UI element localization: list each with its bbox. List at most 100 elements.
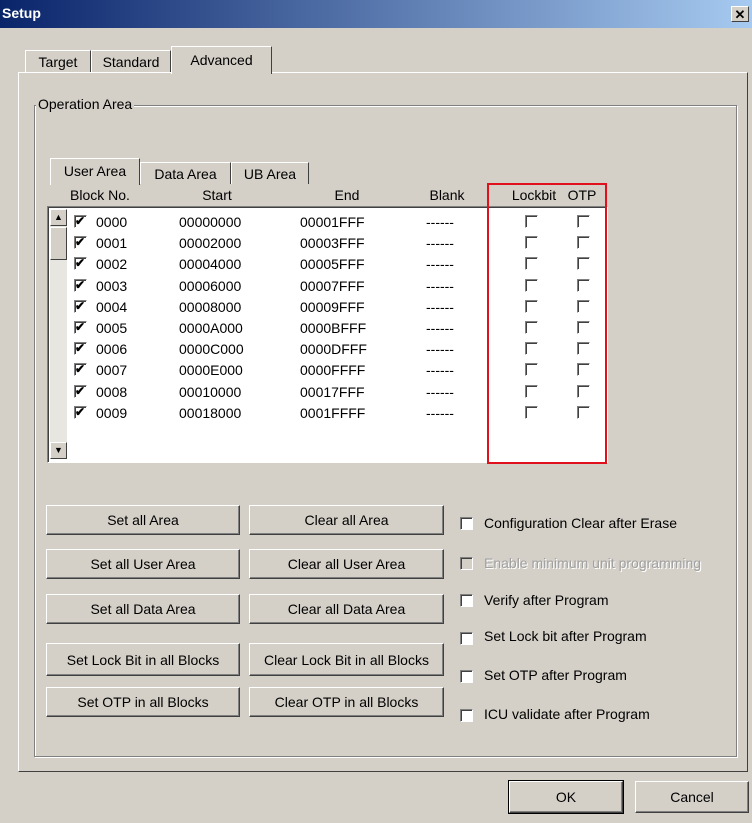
tab-data-area[interactable]: Data Area xyxy=(140,162,231,184)
set-otp-checkbox[interactable] xyxy=(460,670,473,683)
cancel-button[interactable]: Cancel xyxy=(635,781,749,813)
block-blank: ------ xyxy=(426,277,454,294)
block-end: 00017FFF xyxy=(300,383,365,400)
block-start: 00018000 xyxy=(179,404,242,421)
block-number: 0000 xyxy=(96,214,128,230)
close-button[interactable]: ✕ xyxy=(731,6,749,22)
block-select-checkbox[interactable]: ✔ xyxy=(74,277,87,292)
tab-target[interactable]: Target xyxy=(25,50,91,72)
block-blank: ------ xyxy=(426,362,454,379)
block-start: 00006000 xyxy=(179,277,242,294)
ok-button[interactable]: OK xyxy=(509,781,623,813)
title-bar: Setup ✕ xyxy=(0,0,752,28)
block-number: 0002 xyxy=(96,256,128,273)
block-end: 00003FFF xyxy=(300,235,365,252)
block-number: 0006 xyxy=(96,341,128,358)
block-select-checkbox[interactable]: ✔ xyxy=(74,298,87,313)
verify-label: Verify after Program xyxy=(484,592,609,608)
check-icon: ✔ xyxy=(75,256,86,271)
block-start: 0000C000 xyxy=(179,341,244,358)
block-select-checkbox[interactable]: ✔ xyxy=(74,235,87,250)
clear-all-user-area-button[interactable]: Clear all User Area xyxy=(249,549,444,579)
set-otp-label: Set OTP after Program xyxy=(484,667,627,683)
lockbit-otp-highlight xyxy=(487,183,607,464)
block-blank: ------ xyxy=(426,383,454,400)
block-end: 00001FFF xyxy=(300,214,365,230)
check-icon: ✔ xyxy=(75,277,86,292)
block-select-checkbox[interactable]: ✔ xyxy=(74,341,87,356)
tab-standard[interactable]: Standard xyxy=(91,50,171,72)
block-blank: ------ xyxy=(426,404,454,421)
block-blank: ------ xyxy=(426,214,454,230)
block-end: 0001FFFF xyxy=(300,404,366,421)
block-number: 0008 xyxy=(96,383,128,400)
block-number: 0007 xyxy=(96,362,128,379)
column-header-start: Start xyxy=(187,184,247,206)
block-number: 0001 xyxy=(96,235,128,252)
check-icon: ✔ xyxy=(75,235,86,250)
block-blank: ------ xyxy=(426,256,454,273)
config-clear-label: Configuration Clear after Erase xyxy=(484,515,677,531)
block-number: 0004 xyxy=(96,298,128,315)
block-start: 00000000 xyxy=(179,214,242,230)
column-header-blank: Blank xyxy=(417,184,477,206)
tab-ub-area[interactable]: UB Area xyxy=(231,162,309,184)
block-blank: ------ xyxy=(426,298,454,315)
block-blank: ------ xyxy=(426,341,454,358)
clear-lock-bit-all-blocks-button[interactable]: Clear Lock Bit in all Blocks xyxy=(249,643,444,676)
block-select-checkbox[interactable]: ✔ xyxy=(74,256,87,271)
block-select-checkbox[interactable]: ✔ xyxy=(74,404,87,419)
block-select-checkbox[interactable]: ✔ xyxy=(74,321,87,334)
block-start: 00002000 xyxy=(179,235,242,252)
check-icon: ✔ xyxy=(75,214,86,228)
block-start: 00008000 xyxy=(179,298,242,315)
set-lock-checkbox[interactable] xyxy=(460,632,473,645)
block-blank: ------ xyxy=(426,320,454,336)
window-title: Setup xyxy=(2,5,41,21)
min-unit-checkbox xyxy=(460,557,473,570)
block-end: 00009FFF xyxy=(300,298,365,315)
block-blank: ------ xyxy=(426,235,454,252)
set-otp-all-blocks-button[interactable]: Set OTP in all Blocks xyxy=(46,687,240,717)
clear-otp-all-blocks-button[interactable]: Clear OTP in all Blocks xyxy=(249,687,444,717)
block-start: 00004000 xyxy=(179,256,242,273)
set-lock-bit-all-blocks-button[interactable]: Set Lock Bit in all Blocks xyxy=(46,643,240,676)
tab-advanced[interactable]: Advanced xyxy=(171,46,272,74)
clear-all-data-area-button[interactable]: Clear all Data Area xyxy=(249,594,444,624)
close-icon: ✕ xyxy=(734,7,746,22)
icu-label: ICU validate after Program xyxy=(484,706,650,722)
set-lock-label: Set Lock bit after Program xyxy=(484,628,647,644)
block-end: 00007FFF xyxy=(300,277,365,294)
tab-user-area[interactable]: User Area xyxy=(50,158,140,185)
block-select-checkbox[interactable]: ✔ xyxy=(74,383,87,398)
icu-checkbox[interactable] xyxy=(460,709,473,722)
config-clear-checkbox[interactable] xyxy=(460,517,473,530)
column-header-end: End xyxy=(317,184,377,206)
set-all-area-button[interactable]: Set all Area xyxy=(46,505,240,535)
block-select-checkbox[interactable]: ✔ xyxy=(74,215,87,228)
block-number: 0005 xyxy=(96,320,128,336)
block-end: 0000DFFF xyxy=(300,341,367,358)
set-all-user-area-button[interactable]: Set all User Area xyxy=(46,549,240,579)
check-icon: ✔ xyxy=(75,404,86,419)
down-arrow-icon: ▼ xyxy=(54,445,63,455)
check-icon: ✔ xyxy=(75,383,86,398)
column-header-block-no: Block No. xyxy=(65,184,135,206)
block-number: 0003 xyxy=(96,277,128,294)
block-start: 0000E000 xyxy=(179,362,243,379)
block-start: 0000A000 xyxy=(179,320,243,336)
check-icon: ✔ xyxy=(75,362,86,377)
check-icon: ✔ xyxy=(75,341,86,356)
min-unit-label: Enable minimum unit programming xyxy=(484,555,702,571)
verify-checkbox[interactable] xyxy=(460,594,473,607)
set-all-data-area-button[interactable]: Set all Data Area xyxy=(46,594,240,624)
check-icon: ✔ xyxy=(75,320,86,334)
block-end: 0000BFFF xyxy=(300,320,367,336)
block-number: 0009 xyxy=(96,404,128,421)
block-end: 0000FFFF xyxy=(300,362,366,379)
check-icon: ✔ xyxy=(75,298,86,313)
clear-all-area-button[interactable]: Clear all Area xyxy=(249,505,444,535)
block-start: 00010000 xyxy=(179,383,242,400)
scroll-down-button[interactable]: ▼ xyxy=(50,442,67,459)
block-select-checkbox[interactable]: ✔ xyxy=(74,362,87,377)
